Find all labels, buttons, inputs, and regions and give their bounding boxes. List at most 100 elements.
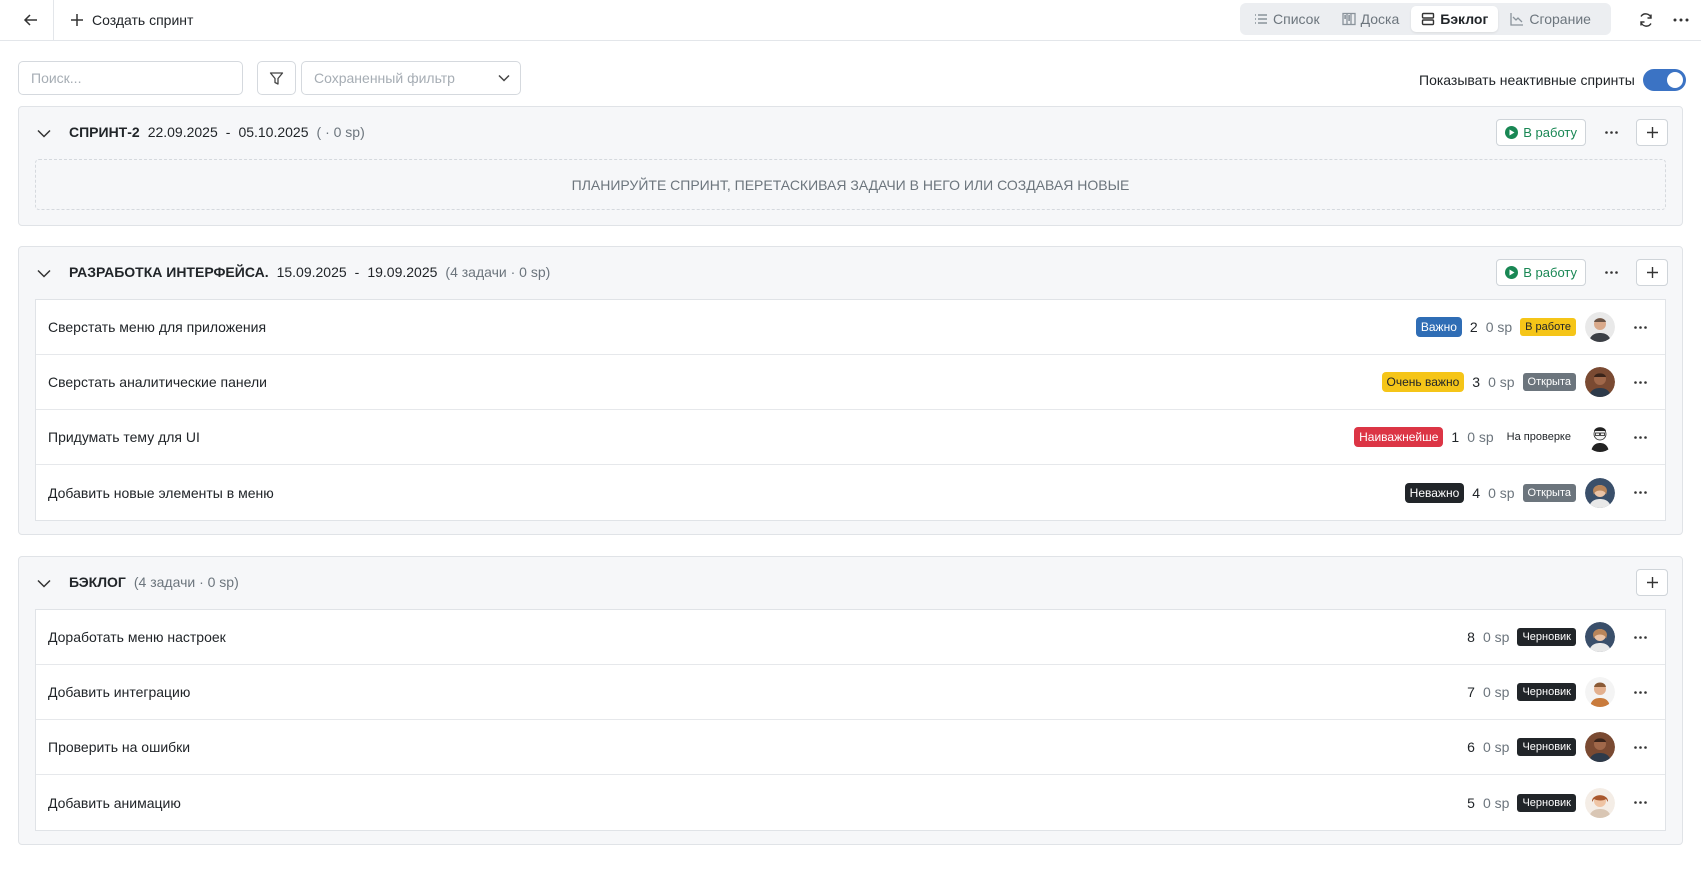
avatar[interactable] xyxy=(1585,732,1615,762)
task-meta: Наиважнейше 1 0 sp На проверке xyxy=(1354,410,1653,464)
avatar[interactable] xyxy=(1585,312,1615,342)
task-more-button[interactable] xyxy=(1627,679,1653,705)
task-more-button[interactable] xyxy=(1627,314,1653,340)
tab-backlog-label: Бэклог xyxy=(1440,11,1489,27)
priority-badge[interactable]: Неважно xyxy=(1404,482,1465,503)
task-meta: 7 0 sp Черновик xyxy=(1467,665,1653,719)
task-row[interactable]: Сверстать меню для приложения Важно 2 0 … xyxy=(36,300,1665,355)
sprint-start-date: 22.09.2025 xyxy=(147,124,218,140)
status-badge[interactable]: Черновик xyxy=(1517,628,1576,646)
status-badge[interactable]: На проверке xyxy=(1501,428,1576,446)
more-horizontal-icon xyxy=(1633,801,1647,804)
sprint-name[interactable]: Разработка интерфейса. xyxy=(69,264,269,280)
task-title[interactable]: Сверстать меню для приложения xyxy=(48,319,266,335)
status-badge[interactable]: Черновик xyxy=(1517,683,1576,701)
task-row[interactable]: Добавить новые элементы в меню Неважно 4… xyxy=(36,465,1665,520)
add-task-button[interactable] xyxy=(1636,119,1668,146)
plus-icon xyxy=(1646,577,1658,588)
task-title[interactable]: Проверить на ошибки xyxy=(48,739,190,755)
task-row[interactable]: Добавить анимацию 5 0 sp Черновик xyxy=(36,775,1665,830)
avatar[interactable] xyxy=(1585,367,1615,397)
tab-list[interactable]: Список xyxy=(1244,6,1330,32)
sprint-header: Разработка интерфейса. 15.09.2025 - 19.0… xyxy=(19,247,1682,299)
task-row[interactable]: Проверить на ошибки 6 0 sp Черновик xyxy=(36,720,1665,775)
sprint-more-button[interactable] xyxy=(1596,259,1626,286)
inactive-sprints-toggle-row: Показывать неактивные спринты xyxy=(1419,68,1686,92)
tab-burndown-label: Сгорание xyxy=(1529,11,1591,27)
backlog-panel: Бэклог (4 задачи · 0 sp) Доработать меню… xyxy=(18,556,1683,845)
board-icon xyxy=(1341,12,1356,26)
task-number: 1 xyxy=(1451,429,1460,445)
more-options-button[interactable] xyxy=(1668,7,1694,33)
backlog-info: Бэклог (4 задачи · 0 sp) xyxy=(69,574,239,590)
task-number: 4 xyxy=(1472,484,1481,501)
collapse-toggle[interactable] xyxy=(34,263,54,283)
task-row[interactable]: Добавить интеграцию 7 0 sp Черновик xyxy=(36,665,1665,720)
add-task-button[interactable] xyxy=(1636,569,1668,596)
avatar[interactable] xyxy=(1585,787,1615,818)
sprint-info: Спринт-2 22.09.2025 - 05.10.2025 ( · 0 s… xyxy=(69,124,365,140)
collapse-toggle[interactable] xyxy=(34,123,54,143)
avatar[interactable] xyxy=(1585,477,1615,508)
priority-badge[interactable]: Важно xyxy=(1415,317,1462,337)
back-button[interactable] xyxy=(14,6,48,34)
tab-board[interactable]: Доска xyxy=(1332,6,1410,32)
task-more-button[interactable] xyxy=(1627,624,1653,650)
task-more-button[interactable] xyxy=(1627,480,1653,506)
refresh-button[interactable] xyxy=(1633,7,1659,33)
tab-burndown[interactable]: Сгорание xyxy=(1500,6,1601,32)
task-meta: Очень важно 3 0 sp Открыта xyxy=(1381,355,1653,409)
sprint-dropzone[interactable]: Планируйте спринт, перетаскивая задачи в… xyxy=(35,159,1666,210)
chevron-down-icon xyxy=(37,579,51,588)
status-badge[interactable]: Черновик xyxy=(1517,793,1576,812)
filter-button[interactable] xyxy=(257,61,296,95)
more-horizontal-icon xyxy=(1633,690,1647,694)
task-row[interactable]: Придумать тему для UI Наиважнейше 1 0 sp… xyxy=(36,410,1665,465)
task-row[interactable]: Доработать меню настроек 8 0 sp Черновик xyxy=(36,610,1665,665)
start-sprint-button[interactable]: В работу xyxy=(1496,259,1586,286)
sprint-end-date: 05.10.2025 xyxy=(238,124,309,140)
task-title[interactable]: Добавить интеграцию xyxy=(48,684,190,700)
view-switcher: Список Доска Бэклог Сгорание xyxy=(1240,3,1611,35)
tab-list-label: Список xyxy=(1273,11,1320,27)
inactive-sprints-toggle[interactable] xyxy=(1642,69,1686,91)
burndown-chart-icon xyxy=(1510,13,1524,26)
tab-backlog[interactable]: Бэклог xyxy=(1411,6,1499,32)
avatar[interactable] xyxy=(1585,422,1615,452)
status-badge[interactable]: Открыта xyxy=(1522,373,1576,391)
search-input[interactable] xyxy=(18,61,243,95)
saved-filter-select[interactable]: Сохраненный фильтр xyxy=(301,61,521,95)
task-title[interactable]: Сверстать аналитические панели xyxy=(48,374,267,390)
sprint-more-button[interactable] xyxy=(1596,119,1626,146)
priority-badge[interactable]: Наиважнейше xyxy=(1354,427,1444,447)
avatar[interactable] xyxy=(1585,622,1615,652)
sprint-actions: В работу xyxy=(1496,119,1668,146)
start-sprint-button[interactable]: В работу xyxy=(1496,119,1586,146)
add-task-button[interactable] xyxy=(1636,259,1668,286)
priority-badge[interactable]: Очень важно xyxy=(1381,372,1465,392)
status-badge[interactable]: Открыта xyxy=(1522,483,1576,502)
plus-icon xyxy=(1646,267,1658,278)
plus-icon xyxy=(1646,127,1658,138)
status-badge[interactable]: Черновик xyxy=(1517,738,1576,756)
task-more-button[interactable] xyxy=(1627,790,1653,816)
task-more-button[interactable] xyxy=(1627,424,1653,450)
more-horizontal-icon xyxy=(1633,380,1647,384)
task-title[interactable]: Добавить новые элементы в меню xyxy=(48,485,274,501)
story-points: 0 sp xyxy=(1467,429,1494,445)
collapse-toggle[interactable] xyxy=(34,573,54,593)
create-sprint-button[interactable]: Создать спринт xyxy=(70,8,193,32)
task-more-button[interactable] xyxy=(1627,369,1653,395)
status-badge[interactable]: В работе xyxy=(1520,318,1576,336)
task-more-button[interactable] xyxy=(1627,734,1653,760)
task-title[interactable]: Придумать тему для UI xyxy=(48,429,200,445)
task-title[interactable]: Добавить анимацию xyxy=(48,795,181,811)
avatar[interactable] xyxy=(1585,677,1615,707)
task-title[interactable]: Доработать меню настроек xyxy=(48,629,226,645)
task-row[interactable]: Сверстать аналитические панели Очень важ… xyxy=(36,355,1665,410)
list-icon xyxy=(1255,14,1267,24)
task-number: 7 xyxy=(1467,684,1475,700)
more-horizontal-icon xyxy=(1633,635,1647,639)
start-sprint-label: В работу xyxy=(1523,125,1577,140)
sprint-name[interactable]: Спринт-2 xyxy=(69,124,140,140)
